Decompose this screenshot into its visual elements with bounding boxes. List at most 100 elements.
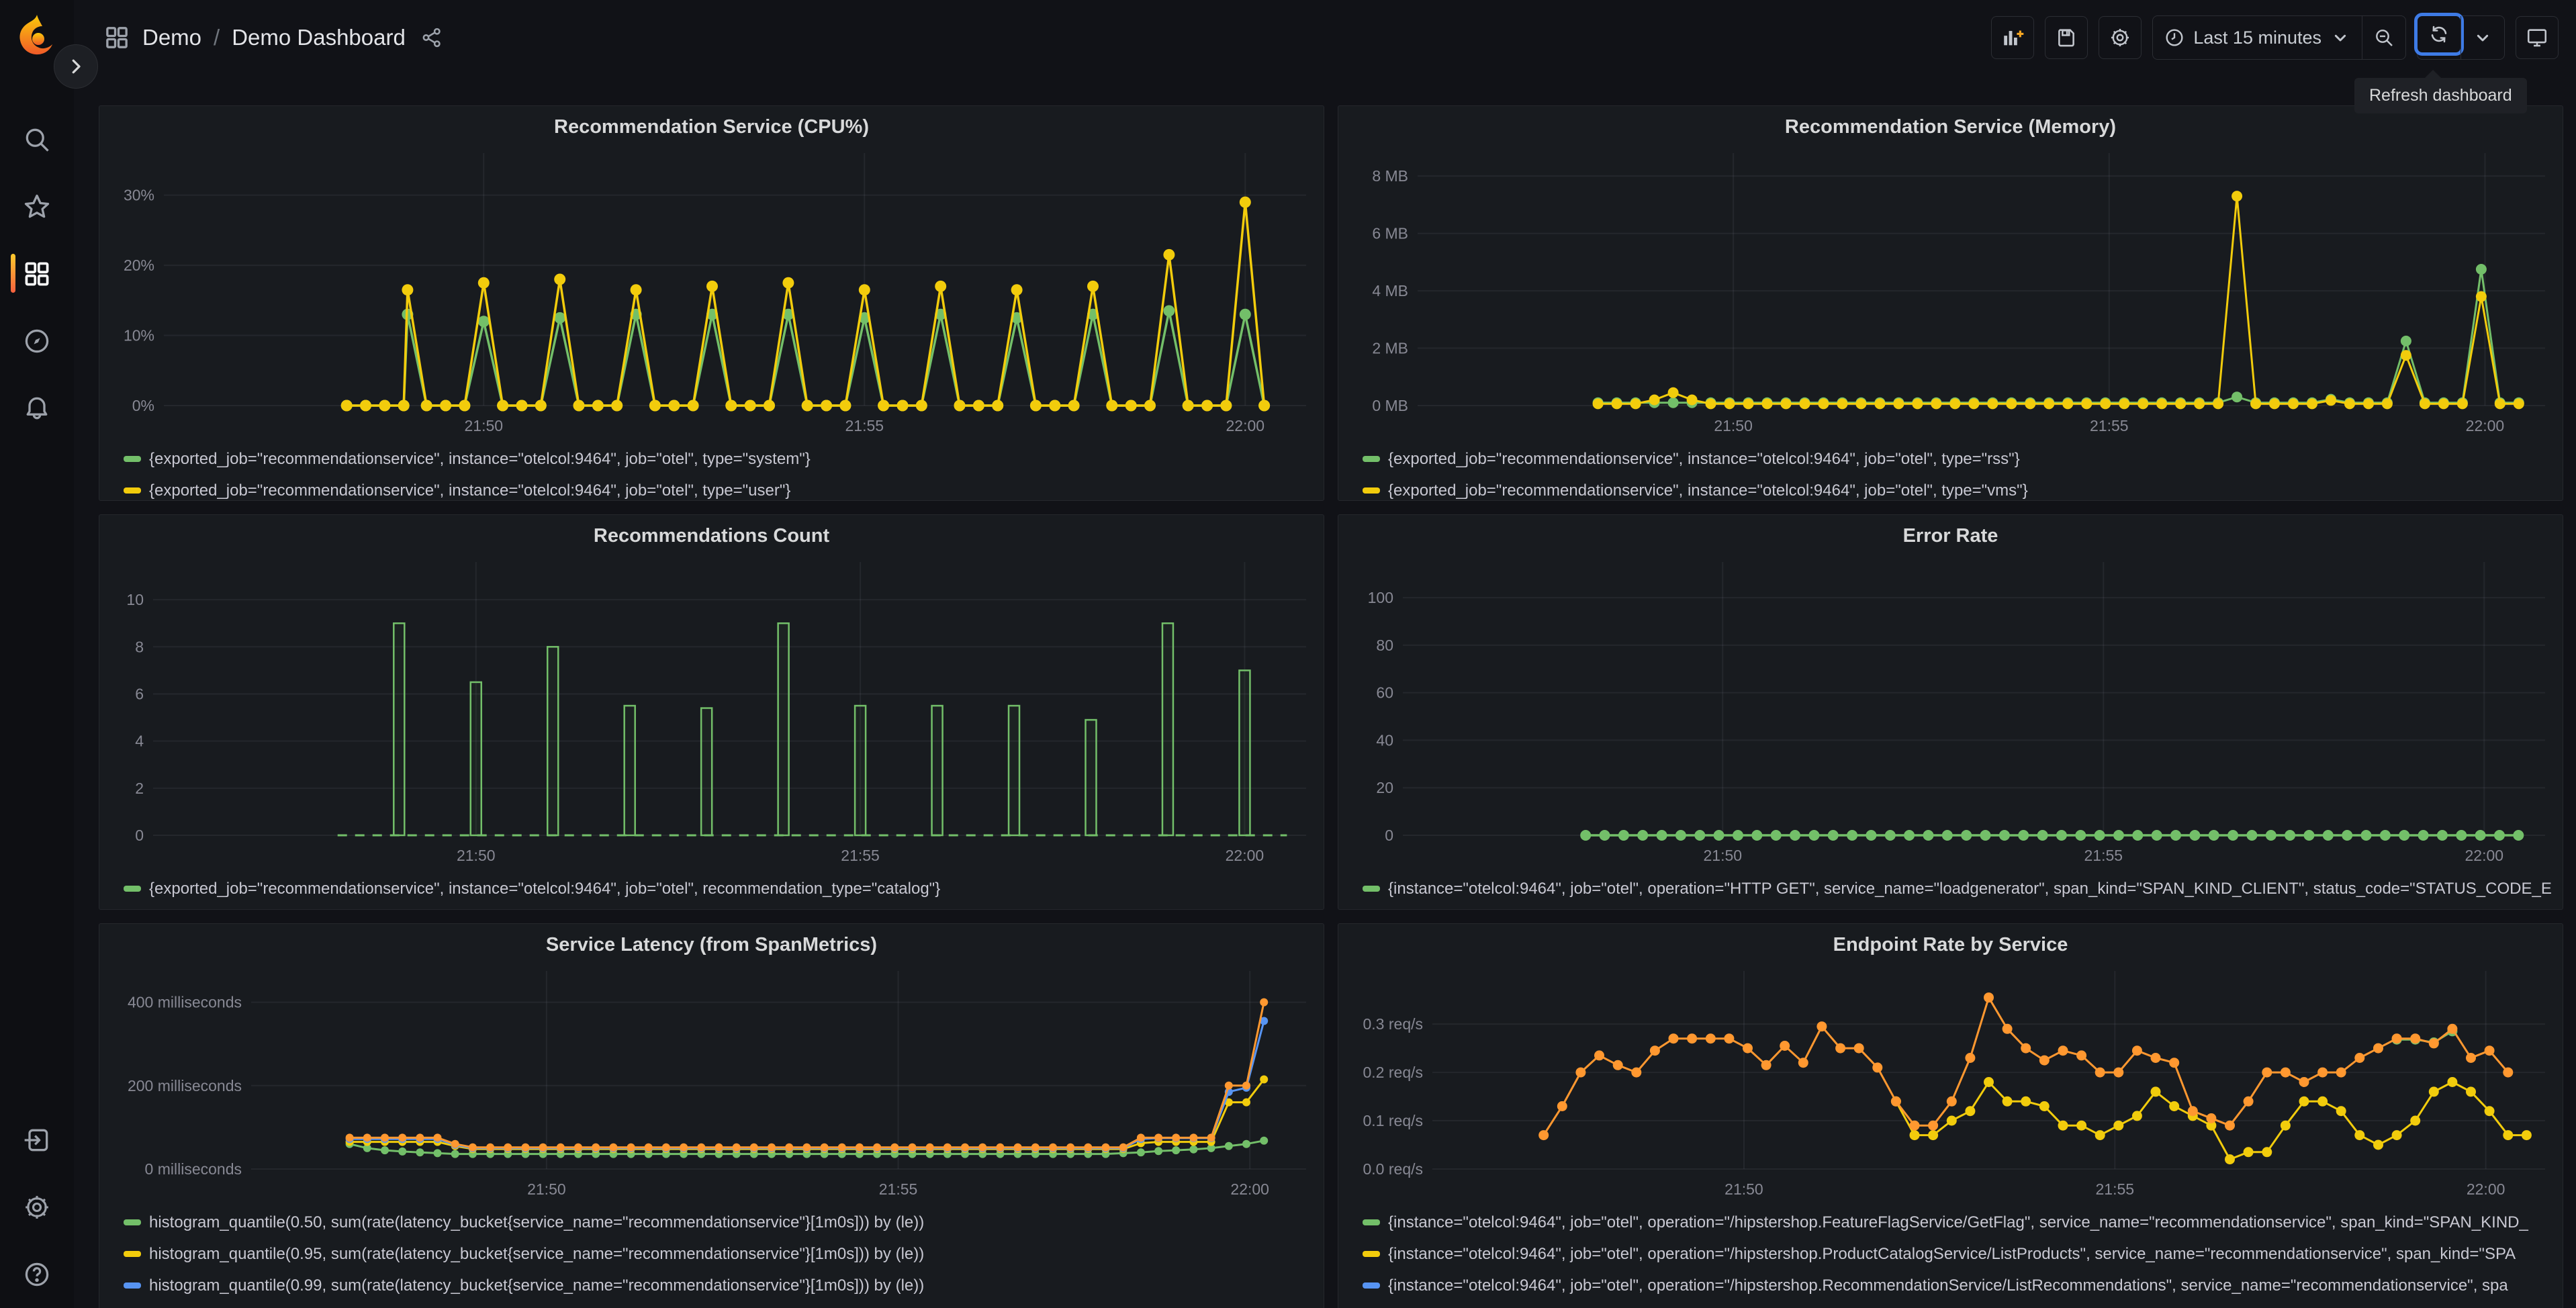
grafana-dashboard: { "colors": { "green": "#73BF69", "yello… (0, 0, 2576, 1308)
sidebar-item-settings[interactable] (0, 1191, 74, 1223)
help-icon (25, 1262, 49, 1287)
time-range-label: Last 15 minutes (2193, 27, 2321, 48)
legend-item[interactable]: {instance="otelcol:9464", job="otel", op… (1363, 1238, 2563, 1270)
sidebar-item-alerting[interactable] (0, 392, 74, 424)
refresh-icon (2431, 26, 2447, 43)
legend-item[interactable]: histogram_quantile(0.50, sum(rate(latenc… (124, 1207, 1324, 1238)
zoom-out-icon (2376, 30, 2393, 46)
kiosk-mode-button[interactable] (2516, 16, 2559, 59)
compass-icon (25, 329, 49, 353)
legend-label: histogram_quantile(0.99, sum(rate(latenc… (149, 1276, 925, 1295)
bar (546, 646, 559, 837)
sign-in-icon (24, 1129, 48, 1152)
legend-item[interactable]: histogram_quantile(0.99, sum(rate(latenc… (124, 1270, 1324, 1301)
sidebar-item-explore[interactable] (0, 325, 74, 357)
x-tick-label: 22:00 (1230, 1180, 1269, 1198)
endpoint-rate-legend: {instance="otelcol:9464", job="otel", op… (1338, 1204, 2563, 1308)
recommendations-count-legend: {exported_job="recommendationservice", i… (99, 870, 1324, 904)
x-tick-label: 22:00 (1226, 417, 1264, 434)
sidebar-bottom-menu (0, 1124, 74, 1291)
y-tick-label: 200 milliseconds (128, 1077, 242, 1094)
memory-legend: {exported_job="recommendationservice", i… (1338, 440, 2563, 500)
legend-item[interactable]: {instance="otelcol:9464", job="otel", op… (1363, 1270, 2563, 1301)
sidebar-item-help[interactable] (0, 1258, 74, 1291)
y-tick-label: 0 (135, 827, 144, 844)
y-tick-label: 0.2 req/s (1363, 1064, 1424, 1081)
y-tick-label: 8 (135, 638, 144, 655)
x-tick-label: 21:50 (464, 417, 503, 434)
panel-title[interactable]: Error Rate (1338, 515, 2563, 557)
legend-item[interactable]: {exported_job="recommendationservice", i… (124, 475, 1324, 500)
y-tick-label: 0.1 req/s (1363, 1112, 1424, 1129)
legend-label: {exported_job="recommendationservice", i… (149, 481, 791, 500)
endpoint-rate-chart[interactable]: 21:50 21:55 22:00 0.0 req/s 0.1 req/s 0.2 req… (1338, 966, 2563, 1204)
y-tick-label: 400 milliseconds (128, 994, 242, 1011)
y-tick-label: 20% (124, 256, 154, 274)
legend-item[interactable]: histogram_quantile(0.999, sum(rate(laten… (124, 1301, 1324, 1308)
service-latency-chart[interactable]: 21:50 21:55 22:00 0 milliseconds 200 millise… (99, 966, 1324, 1204)
legend-item[interactable]: histogram_quantile(0.95, sum(rate(latenc… (124, 1238, 1324, 1270)
legend-color-chip (1363, 1219, 1380, 1225)
error-rate-legend: {instance="otelcol:9464", job="otel", op… (1338, 870, 2563, 904)
bar (1238, 669, 1251, 837)
cpu-legend: {exported_job="recommendationservice", i… (99, 440, 1324, 500)
legend-item[interactable]: {exported_job="recommendationservice", i… (124, 873, 1324, 904)
series-line (349, 1021, 1265, 1150)
sidebar-item-sign-in[interactable] (0, 1124, 74, 1156)
recommendations-count-chart[interactable]: 21:50 21:55 22:00 0 2 4 6 8 10 (99, 557, 1324, 870)
series-line (1543, 996, 2509, 1136)
legend-label: {instance="otelcol:9464", job="otel", op… (1388, 1213, 2528, 1231)
memory-chart[interactable]: 21:50 21:55 22:00 0 MB 2 MB 4 MB 6 MB 8 MB (1338, 148, 2563, 440)
panel-title[interactable]: Endpoint Rate by Service (1338, 924, 2563, 966)
search-icon (26, 128, 49, 152)
x-tick-label: 22:00 (2465, 847, 2503, 864)
bar (931, 704, 944, 837)
legend-color-chip (124, 456, 141, 462)
zoom-out-button[interactable] (2362, 16, 2405, 59)
x-tick-label: 22:00 (2466, 417, 2505, 434)
panel-title[interactable]: Recommendations Count (99, 515, 1324, 557)
monitor-icon (2527, 29, 2547, 47)
series-line (349, 1078, 1265, 1150)
legend-color-chip (124, 1219, 141, 1225)
cpu-chart[interactable]: 21:50 21:55 22:00 0% 10% 20% 30% (99, 148, 1324, 440)
breadcrumb-folder[interactable]: Demo (142, 25, 201, 50)
y-tick-label: 80 (1376, 637, 1393, 654)
panel-title[interactable]: Recommendation Service (CPU%) (99, 106, 1324, 148)
legend-color-chip (1363, 886, 1380, 892)
bar (1085, 718, 1097, 837)
dashboard-settings-button[interactable] (2099, 16, 2142, 59)
share-icon[interactable] (420, 26, 443, 49)
sidebar-item-dashboards[interactable] (0, 254, 74, 293)
x-tick-label: 21:55 (2090, 417, 2129, 434)
legend-item[interactable]: {exported_job="recommendationservice", i… (1363, 443, 2563, 475)
add-panel-button[interactable] (1991, 16, 2035, 59)
error-rate-chart[interactable]: 21:50 21:55 22:00 0 20 40 60 80 100 (1338, 557, 2563, 870)
breadcrumb-dashboard[interactable]: Demo Dashboard (232, 25, 406, 50)
x-tick-label: 21:50 (457, 847, 496, 864)
legend-item[interactable]: {exported_job="recommendationservice", i… (1363, 475, 2563, 500)
sidebar-item-starred[interactable] (0, 191, 74, 223)
legend-item[interactable]: {exported_job="recommendationservice", i… (124, 443, 1324, 475)
legend-item[interactable]: {instance="otelcol:9464", job="otel", op… (1363, 1207, 2563, 1238)
gear-icon (2111, 28, 2129, 47)
legend-item[interactable]: {instance="otelcol:9464", job="otel", op… (1363, 1301, 2563, 1308)
grafana-logo[interactable] (13, 11, 61, 59)
gear-icon (26, 1196, 48, 1219)
legend-color-chip (1363, 1282, 1380, 1289)
chevron-right-icon (72, 59, 81, 74)
bell-icon (26, 397, 48, 420)
sidebar-expand-button[interactable] (54, 44, 98, 89)
panel-title[interactable]: Service Latency (from SpanMetrics) (99, 924, 1324, 966)
y-tick-label: 40 (1376, 731, 1393, 749)
sidebar-item-search[interactable] (0, 124, 74, 156)
legend-item[interactable]: {instance="otelcol:9464", job="otel", op… (1363, 873, 2563, 904)
save-dashboard-button[interactable] (2045, 16, 2088, 59)
legend-color-chip (124, 1251, 141, 1257)
refresh-button[interactable] (2414, 13, 2464, 56)
refresh-interval-dropdown[interactable] (2460, 16, 2504, 59)
time-range-picker[interactable]: Last 15 minutes (2153, 16, 2362, 59)
bar (777, 622, 790, 837)
save-icon (2058, 29, 2075, 47)
series-line (349, 1002, 1265, 1149)
